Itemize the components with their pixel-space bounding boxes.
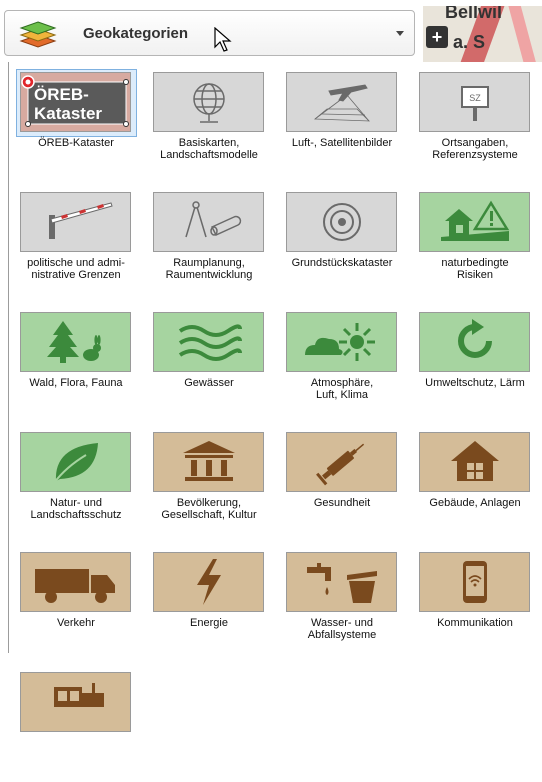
category-label: Bevölkerung, Gesellschaft, Kultur <box>161 497 257 521</box>
oereb-icon: ÖREB- Kataster <box>21 73 130 131</box>
water-waves-icon <box>174 317 244 367</box>
map-label-2: a. S <box>453 32 486 52</box>
category-label: politische und admi- nistrative Grenzen <box>27 257 125 281</box>
map-label-1: Bellwil <box>445 6 503 22</box>
category-button[interactable] <box>20 552 131 612</box>
category-tile[interactable]: SZ Ortsangaben, Referenzsysteme <box>408 62 542 182</box>
category-label: Basiskarten, Landschaftsmodelle <box>160 137 258 161</box>
hazard-house-icon <box>435 197 515 247</box>
category-label: naturbedingte Risiken <box>441 257 509 281</box>
category-tile[interactable]: Luft-, Satellitenbilder <box>275 62 409 182</box>
category-tile[interactable]: Basiskarten, Landschaftsmodelle <box>142 62 276 182</box>
museum-icon <box>179 437 239 487</box>
header: Geokategorien Bellwil a. S + <box>0 0 542 62</box>
category-tile[interactable]: naturbedingte Risiken <box>408 182 542 302</box>
category-label: Grundstückskataster <box>291 257 393 269</box>
category-label: ÖREB-Kataster <box>38 137 114 149</box>
category-button[interactable] <box>153 192 264 252</box>
category-tile[interactable]: Gewässer <box>142 302 276 422</box>
category-tile[interactable]: Gebäude, Anlagen <box>408 422 542 542</box>
category-button[interactable] <box>286 72 397 132</box>
category-tile[interactable]: Raumplanung, Raumentwicklung <box>142 182 276 302</box>
category-label: Wald, Flora, Fauna <box>29 377 123 389</box>
category-button[interactable] <box>153 312 264 372</box>
category-button[interactable] <box>20 432 131 492</box>
cloud-sun-icon <box>297 317 387 367</box>
category-button[interactable] <box>286 552 397 612</box>
tree-rabbit-icon <box>41 317 111 367</box>
leaf-icon <box>46 437 106 487</box>
oereb-text-1: ÖREB- <box>34 85 89 104</box>
category-label: Gewässer <box>184 377 234 389</box>
category-tile[interactable]: Wald, Flora, Fauna <box>9 302 143 422</box>
category-label: Kommunikation <box>437 617 513 629</box>
globe-icon <box>184 77 234 127</box>
category-button[interactable] <box>153 552 264 612</box>
airplane-icon <box>307 77 377 127</box>
category-label: Verkehr <box>57 617 95 629</box>
category-label: Luft-, Satellitenbilder <box>291 137 393 149</box>
category-button[interactable] <box>20 672 131 732</box>
category-button[interactable] <box>419 552 530 612</box>
building-icon <box>445 437 505 487</box>
geokategorien-dropdown[interactable]: Geokategorien <box>4 10 415 56</box>
lightning-icon <box>189 557 229 607</box>
category-button[interactable] <box>286 192 397 252</box>
category-button[interactable] <box>419 192 530 252</box>
category-button[interactable] <box>153 432 264 492</box>
category-button[interactable] <box>286 432 397 492</box>
category-button[interactable] <box>20 312 131 372</box>
oereb-text-2: Kataster <box>34 104 102 123</box>
category-tile[interactable]: Verkehr <box>9 542 143 662</box>
dropdown-label: Geokategorien <box>83 25 189 42</box>
syringe-icon <box>312 437 372 487</box>
category-label: Gebäude, Anlagen <box>429 497 521 509</box>
truck-icon <box>31 557 121 607</box>
category-button[interactable]: ÖREB- Kataster <box>20 72 131 132</box>
faucet-bin-icon <box>297 557 387 607</box>
chevron-down-icon <box>396 31 404 36</box>
sign-icon: SZ <box>450 77 500 127</box>
tractor-icon <box>36 677 116 727</box>
compass-icon <box>174 197 244 247</box>
category-tile[interactable]: Bevölkerung, Gesellschaft, Kultur <box>142 422 276 542</box>
category-label: Wasser- und Abfallsysteme <box>307 617 377 641</box>
category-tile[interactable]: Grundstückskataster <box>275 182 409 302</box>
category-label: Energie <box>190 617 228 629</box>
category-button[interactable] <box>419 312 530 372</box>
category-tile[interactable]: Energie <box>142 542 276 662</box>
category-button[interactable] <box>286 312 397 372</box>
category-tile[interactable]: Wasser- und Abfallsysteme <box>275 542 409 662</box>
layers-icon <box>19 19 57 49</box>
category-tile[interactable]: Natur- und Landschaftsschutz <box>9 422 143 542</box>
mouse-cursor-icon <box>214 27 232 53</box>
category-label: Natur- und Landschaftsschutz <box>30 497 122 521</box>
category-button[interactable] <box>419 432 530 492</box>
category-label: Gesundheit <box>313 497 371 509</box>
category-tile[interactable]: politische und admi- nistrative Grenzen <box>9 182 143 302</box>
category-button[interactable] <box>20 192 131 252</box>
zoom-in-button[interactable]: + <box>426 26 448 48</box>
category-tile[interactable]: Atmosphäre, Luft, Klima <box>275 302 409 422</box>
svg-text:SZ: SZ <box>469 93 481 103</box>
category-tile[interactable] <box>9 662 143 782</box>
category-label: Atmosphäre, Luft, Klima <box>310 377 374 401</box>
category-tile[interactable]: Gesundheit <box>275 422 409 542</box>
category-button[interactable] <box>153 72 264 132</box>
category-label: Umweltschutz, Lärm <box>425 377 525 389</box>
survey-point-icon <box>317 197 367 247</box>
category-button[interactable]: SZ <box>419 72 530 132</box>
category-tile[interactable]: Umweltschutz, Lärm <box>408 302 542 422</box>
barrier-icon <box>31 197 121 247</box>
smartphone-icon <box>455 557 495 607</box>
category-label: Raumplanung, Raumentwicklung <box>165 257 253 281</box>
category-label: Ortsangaben, Referenzsysteme <box>432 137 518 161</box>
category-tile[interactable]: Kommunikation <box>408 542 542 662</box>
category-tile[interactable]: ÖREB- Kataster ÖREB-Kataster <box>9 62 143 182</box>
category-panel: ÖREB- Kataster ÖREB-Kataster Basiskarten… <box>8 62 542 732</box>
recycle-arrow-icon <box>450 317 500 367</box>
